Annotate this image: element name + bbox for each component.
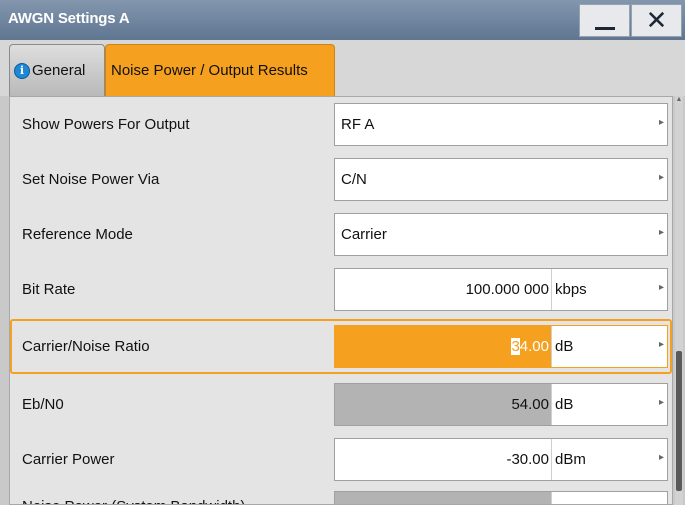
set-noise-power-select[interactable]: C/N ▸: [334, 158, 668, 201]
dropdown-icon: ▸: [658, 339, 664, 350]
dropdown-icon: ▸: [658, 227, 664, 238]
window-title: AWGN Settings A: [8, 10, 130, 27]
carrier-noise-ratio-input[interactable]: 34.00 dB ▸: [334, 325, 668, 368]
bit-rate-value: 100.000 000: [465, 281, 549, 298]
awgn-settings-window: AWGN Settings A ✕ i General Noise Power …: [0, 0, 685, 505]
tab-noise-power-output-results[interactable]: Noise Power / Output Results: [105, 44, 335, 96]
dropdown-icon: ▸: [658, 117, 664, 128]
row-carrier-noise-ratio: Carrier/Noise Ratio 34.00 dB ▸: [10, 319, 672, 374]
eb-n0-value: 54.00: [511, 396, 549, 413]
eb-n0-field: 54.00 dB ▸: [334, 383, 668, 426]
row-show-powers-for-output: Show Powers For Output RF A ▸: [10, 97, 672, 152]
noise-power-unit-select[interactable]: dBm: [551, 492, 667, 504]
close-icon: ✕: [645, 5, 668, 35]
bit-rate-label: Bit Rate: [22, 281, 76, 298]
eb-n0-unit-select[interactable]: dB ▸: [551, 384, 667, 425]
dropdown-icon: ▸: [658, 282, 664, 293]
minimize-icon: [594, 27, 615, 30]
carrier-noise-ratio-value: 34.00: [511, 338, 549, 355]
bit-rate-input[interactable]: 100.000 000 kbps ▸: [334, 268, 668, 311]
reference-mode-label: Reference Mode: [22, 226, 133, 243]
dropdown-icon: ▸: [658, 452, 664, 463]
info-icon: i: [14, 62, 30, 79]
carrier-noise-ratio-label: Carrier/Noise Ratio: [22, 338, 150, 355]
vertical-scrollbar[interactable]: ▲: [675, 96, 683, 505]
eb-n0-label: Eb/N0: [22, 396, 64, 413]
tab-bar: i General Noise Power / Output Results: [0, 40, 685, 96]
text-cursor: 3: [511, 338, 520, 355]
noise-power-label: Noise Power (System Bandwidth): [22, 479, 245, 504]
settings-panel: Show Powers For Output RF A ▸ Set Noise …: [9, 96, 673, 505]
minimize-button[interactable]: [579, 4, 630, 37]
row-eb-n0: Eb/N0 54.00 dB ▸: [10, 377, 672, 432]
tab-general-label: General: [32, 62, 86, 79]
row-reference-mode: Reference Mode Carrier ▸: [10, 207, 672, 262]
noise-power-field: -64.00 dBm: [334, 491, 668, 504]
bit-rate-unit-select[interactable]: kbps ▸: [551, 269, 667, 310]
dropdown-icon: ▸: [658, 397, 664, 408]
row-set-noise-power-via: Set Noise Power Via C/N ▸: [10, 152, 672, 207]
set-noise-power-label: Set Noise Power Via: [22, 171, 160, 188]
carrier-noise-ratio-unit-select[interactable]: dB ▸: [551, 326, 667, 367]
title-bar: AWGN Settings A ✕: [0, 0, 685, 40]
dropdown-icon: ▸: [658, 172, 664, 183]
show-powers-label: Show Powers For Output: [22, 116, 190, 133]
reference-mode-select[interactable]: Carrier ▸: [334, 213, 668, 256]
row-noise-power-system-bandwidth: Noise Power (System Bandwidth) -64.00 dB…: [10, 469, 672, 504]
show-powers-select[interactable]: RF A ▸: [334, 103, 668, 146]
scroll-up-icon[interactable]: ▲: [675, 96, 683, 104]
tab-general[interactable]: i General: [9, 44, 105, 96]
close-button[interactable]: ✕: [631, 4, 682, 37]
tab-noise-label: Noise Power / Output Results: [111, 62, 308, 79]
scrollbar-thumb[interactable]: [676, 351, 682, 491]
noise-power-value: -64.00: [506, 492, 549, 504]
row-bit-rate: Bit Rate 100.000 000 kbps ▸: [10, 262, 672, 317]
